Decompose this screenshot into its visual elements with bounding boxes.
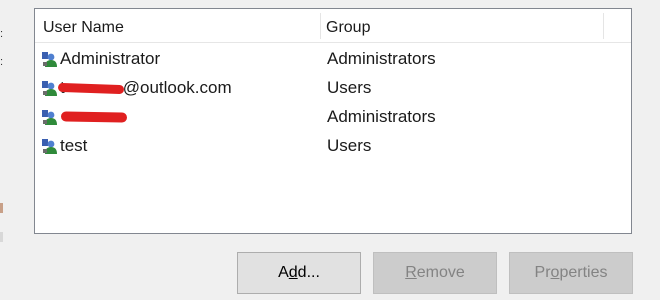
user-account-icon (42, 109, 57, 125)
user-account-icon (42, 51, 57, 67)
group-cell: Administrators (327, 49, 436, 68)
user-cell: Administrator (41, 44, 160, 73)
column-header-group[interactable]: Group (326, 9, 370, 43)
add-button[interactable]: Add... (237, 252, 361, 294)
list-header: User Name Group (35, 9, 631, 43)
edge-mark (0, 232, 3, 242)
list-item[interactable]: Administrator Administrators (35, 44, 631, 73)
remove-button[interactable]: Remove (373, 252, 497, 294)
left-panel-fragment: : : (0, 0, 14, 300)
user-cell: t @outlook.com (41, 73, 232, 102)
redaction-mark (60, 110, 128, 123)
cut-off-text: : (0, 56, 4, 68)
redaction-mark (57, 82, 125, 94)
properties-button[interactable]: Properties (509, 252, 633, 294)
column-header-user-name[interactable]: User Name (43, 9, 124, 43)
cut-off-text: : (0, 28, 4, 40)
user-cell (41, 102, 128, 131)
column-separator[interactable] (603, 13, 604, 39)
list-item[interactable]: Administrators (35, 102, 631, 131)
user-cell: test (41, 131, 87, 160)
group-cell: Administrators (327, 107, 436, 126)
user-account-icon (42, 80, 57, 96)
user-name: Administrator (60, 48, 161, 68)
user-account-icon (42, 138, 57, 154)
list-item[interactable]: t @outlook.com Users (35, 73, 631, 102)
user-name-suffix: @outlook.com (122, 77, 232, 97)
group-cell: Users (327, 78, 372, 97)
user-name: t @outlook.com (57, 77, 232, 98)
users-list[interactable]: User Name Group Administrator Administra… (34, 8, 632, 234)
group-cell: Users (327, 136, 372, 155)
user-name: test (60, 135, 88, 155)
column-separator[interactable] (320, 13, 321, 39)
redacted-text: t (57, 78, 125, 98)
list-item[interactable]: test Users (35, 131, 631, 160)
edge-mark (0, 203, 3, 213)
